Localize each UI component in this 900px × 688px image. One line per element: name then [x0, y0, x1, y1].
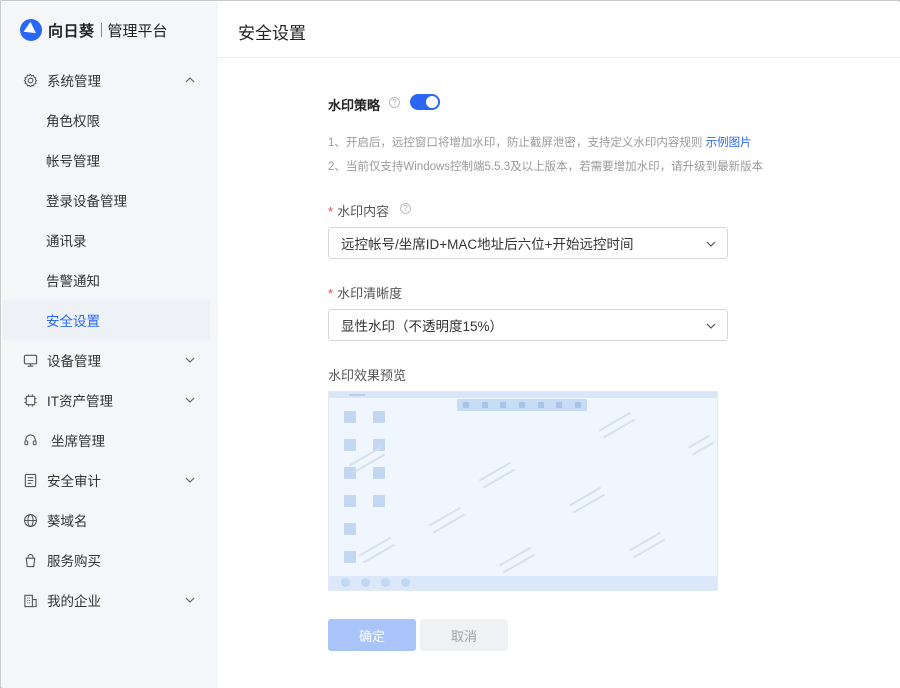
watermark-content-label: * 水印内容: [328, 201, 389, 220]
preview-watermark-text: ▬▬▬▬▬▬ ▬▬▬▬▬▬: [477, 459, 517, 491]
shopping-bag-icon: [22, 552, 38, 568]
required-mark: *: [328, 286, 334, 301]
chevron-down-icon: [706, 323, 716, 329]
sidebar-subitem-roles[interactable]: 角色权限: [2, 100, 218, 140]
brand-subtitle: 管理平台: [107, 22, 168, 40]
preview-watermark-text: ▬▬▬▬▬▬ ▬▬▬▬▬▬: [497, 544, 537, 576]
preview-desktop-icon: [344, 551, 356, 563]
sidebar-subitem-alerts[interactable]: 告警通知: [2, 260, 218, 300]
watermark-preview-image: ▬▬▬▬▬▬ ▬▬▬▬▬▬ ▬▬▬▬▬▬ ▬▬▬▬▬▬ ▬▬▬▬▬▬ ▬▬▬▬▬▬ ▬…: [328, 391, 718, 591]
building-icon: [22, 592, 38, 608]
preview-desktop-icon: [373, 495, 385, 507]
sidebar-item-label: 服务购买: [47, 554, 101, 569]
preview-taskbar-icon: [341, 578, 350, 587]
preview-desktop-icon: [373, 411, 385, 423]
chevron-down-icon: [185, 597, 195, 603]
preview-taskbar-icon: [361, 578, 370, 587]
preview-label: 水印效果预览: [328, 368, 407, 383]
sidebar-item-label: 设备管理: [47, 354, 101, 369]
select-value: 显性水印（不透明度15%）: [341, 319, 504, 334]
sidebar-subitem-security-settings[interactable]: 安全设置: [2, 300, 210, 340]
chip-icon: [22, 392, 38, 408]
brand-name: 向日葵: [48, 22, 95, 40]
sidebar-item-agents[interactable]: 坐席管理: [2, 420, 218, 460]
monitor-icon: [22, 352, 38, 368]
sidebar-item-purchase[interactable]: 服务购买: [2, 540, 218, 580]
headset-icon: [22, 432, 38, 448]
sidebar-subitem-login-devices[interactable]: 登录设备管理: [2, 180, 218, 220]
chevron-down-icon: [706, 241, 716, 247]
settings-form: 水印策略 ? 1、开启后，远控窗口将增加水印，防止截屏泄密，支持定义水印内容规则…: [218, 58, 900, 688]
preview-taskbar-icon: [401, 578, 410, 587]
preview-desktop-icon: [344, 495, 356, 507]
preview-watermark-text: ▬▬▬▬▬▬ ▬▬▬▬▬▬: [357, 534, 397, 566]
preview-toolbar: [457, 399, 587, 411]
preview-desktop-icon: [373, 467, 385, 479]
gear-icon: [22, 72, 38, 88]
sidebar-subitem-accounts[interactable]: 帐号管理: [2, 140, 218, 180]
preview-watermark-text: ▬▬▬▬▬▬ ▬▬▬▬▬▬: [597, 409, 637, 441]
document-icon: [22, 472, 38, 488]
sidebar-item-devices[interactable]: 设备管理: [2, 340, 218, 380]
logo-divider: [100, 23, 102, 37]
confirm-button[interactable]: 确定: [328, 619, 416, 651]
chevron-up-icon: [185, 77, 195, 83]
sidebar-item-label: 坐席管理: [51, 434, 105, 449]
sidebar: 向日葵 管理平台 系统管理 角色权限 帐号管理 登录设备管理 通讯录 告警通知 …: [2, 2, 218, 688]
sidebar-item-it-assets[interactable]: IT资产管理: [2, 380, 218, 420]
field-label-text: 水印内容: [337, 204, 390, 219]
example-image-link[interactable]: 示例图片: [706, 137, 752, 149]
watermark-policy-label: 水印策略: [328, 98, 381, 113]
watermark-content-select[interactable]: 远控帐号/坐席ID+MAC地址后六位+开始远控时间: [328, 227, 728, 259]
preview-watermark-text: ▬▬▬▬ ▬▬▬▬: [687, 432, 715, 458]
help-icon[interactable]: ?: [389, 97, 400, 108]
preview-watermark-text: ▬▬▬▬▬▬ ▬▬▬▬▬▬: [627, 529, 667, 561]
watermark-clarity-label: * 水印清晰度: [328, 283, 402, 302]
preview-desktop-icon: [344, 411, 356, 423]
field-label-text: 水印清晰度: [337, 286, 403, 301]
sidebar-item-label: 葵域名: [47, 514, 88, 529]
logo[interactable]: 向日葵 管理平台: [20, 18, 168, 42]
preview-watermark-text: ▬▬▬▬▬▬ ▬▬▬▬▬▬: [567, 484, 607, 516]
preview-desktop-icon: [344, 439, 356, 451]
preview-watermark-text: ▬▬▬▬▬▬ ▬▬▬▬▬▬: [427, 504, 467, 536]
watermark-policy-toggle[interactable]: [410, 94, 440, 110]
sidebar-item-system[interactable]: 系统管理: [2, 60, 218, 100]
chevron-down-icon: [185, 397, 195, 403]
sidebar-item-label: 安全审计: [47, 474, 101, 489]
sunlogin-logo-icon: [20, 19, 42, 41]
sidebar-item-security-audit[interactable]: 安全审计: [2, 460, 218, 500]
page-title: 安全设置: [238, 24, 306, 43]
watermark-note-2: 2、当前仅支持Windows控制端5.5.3及以上版本，若需要增加水印，请升级到…: [328, 161, 764, 173]
chevron-down-icon: [185, 477, 195, 483]
note-text: 1、开启后，远控窗口将增加水印，防止截屏泄密，支持定义水印内容规则: [328, 137, 703, 149]
watermark-note-1: 1、开启后，远控窗口将增加水印，防止截屏泄密，支持定义水印内容规则 示例图片: [328, 134, 752, 150]
cancel-button[interactable]: 取消: [420, 619, 508, 651]
sidebar-item-label: 系统管理: [47, 74, 101, 89]
help-icon[interactable]: ?: [400, 203, 411, 214]
preview-titlebar: [329, 392, 717, 398]
globe-icon: [22, 512, 38, 528]
sidebar-item-label: 我的企业: [47, 594, 101, 609]
chevron-down-icon: [185, 357, 195, 363]
select-value: 远控帐号/坐席ID+MAC地址后六位+开始远控时间: [341, 237, 634, 252]
sidebar-item-domain[interactable]: 葵域名: [2, 500, 218, 540]
sidebar-subitem-contacts[interactable]: 通讯录: [2, 220, 218, 260]
preview-taskbar-icon: [381, 578, 390, 587]
required-mark: *: [328, 204, 334, 219]
app-window: 向日葵 管理平台 系统管理 角色权限 帐号管理 登录设备管理 通讯录 告警通知 …: [0, 0, 900, 688]
watermark-clarity-select[interactable]: 显性水印（不透明度15%）: [328, 309, 728, 341]
preview-desktop-icon: [344, 523, 356, 535]
sidebar-item-my-enterprise[interactable]: 我的企业: [2, 580, 218, 620]
sidebar-nav: 系统管理 角色权限 帐号管理 登录设备管理 通讯录 告警通知 安全设置 设备管理: [2, 60, 218, 620]
sidebar-item-label: IT资产管理: [47, 394, 113, 409]
page-header: 安全设置: [218, 2, 900, 58]
